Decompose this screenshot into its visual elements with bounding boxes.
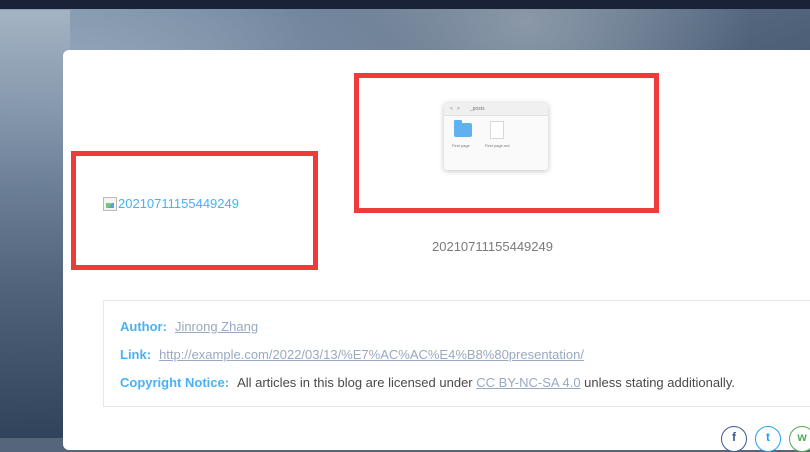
wechat-share-icon[interactable]: w: [789, 426, 810, 452]
link-label: Link:: [120, 347, 152, 362]
author-label: Author:: [120, 319, 167, 334]
highlight-box-left: [71, 151, 318, 270]
post-permalink[interactable]: http://example.com/2022/03/13/%E7%AC%AC%…: [159, 347, 584, 362]
notice-text: All articles in this blog are licensed u…: [237, 375, 473, 390]
copyright-link-row: Link: http://example.com/2022/03/13/%E7%A…: [120, 347, 584, 362]
highlight-box-right: [354, 73, 659, 213]
license-link[interactable]: CC BY-NC-SA 4.0: [476, 375, 580, 390]
background-mountain: [0, 10, 70, 438]
notice-text-end: unless stating additionally.: [584, 375, 735, 390]
image-caption: 20210711155449249: [432, 239, 553, 254]
notice-label: Copyright Notice:: [120, 375, 230, 390]
facebook-share-icon[interactable]: f: [721, 426, 747, 452]
twitter-share-icon[interactable]: t: [755, 426, 781, 452]
copyright-notice-row: Copyright Notice: All articles in this bl…: [120, 375, 735, 390]
author-link[interactable]: Jinrong Zhang: [175, 319, 258, 334]
post-copyright: Author: Jinrong Zhang Link: http://example…: [103, 300, 810, 407]
copyright-author-row: Author: Jinrong Zhang: [120, 319, 258, 334]
